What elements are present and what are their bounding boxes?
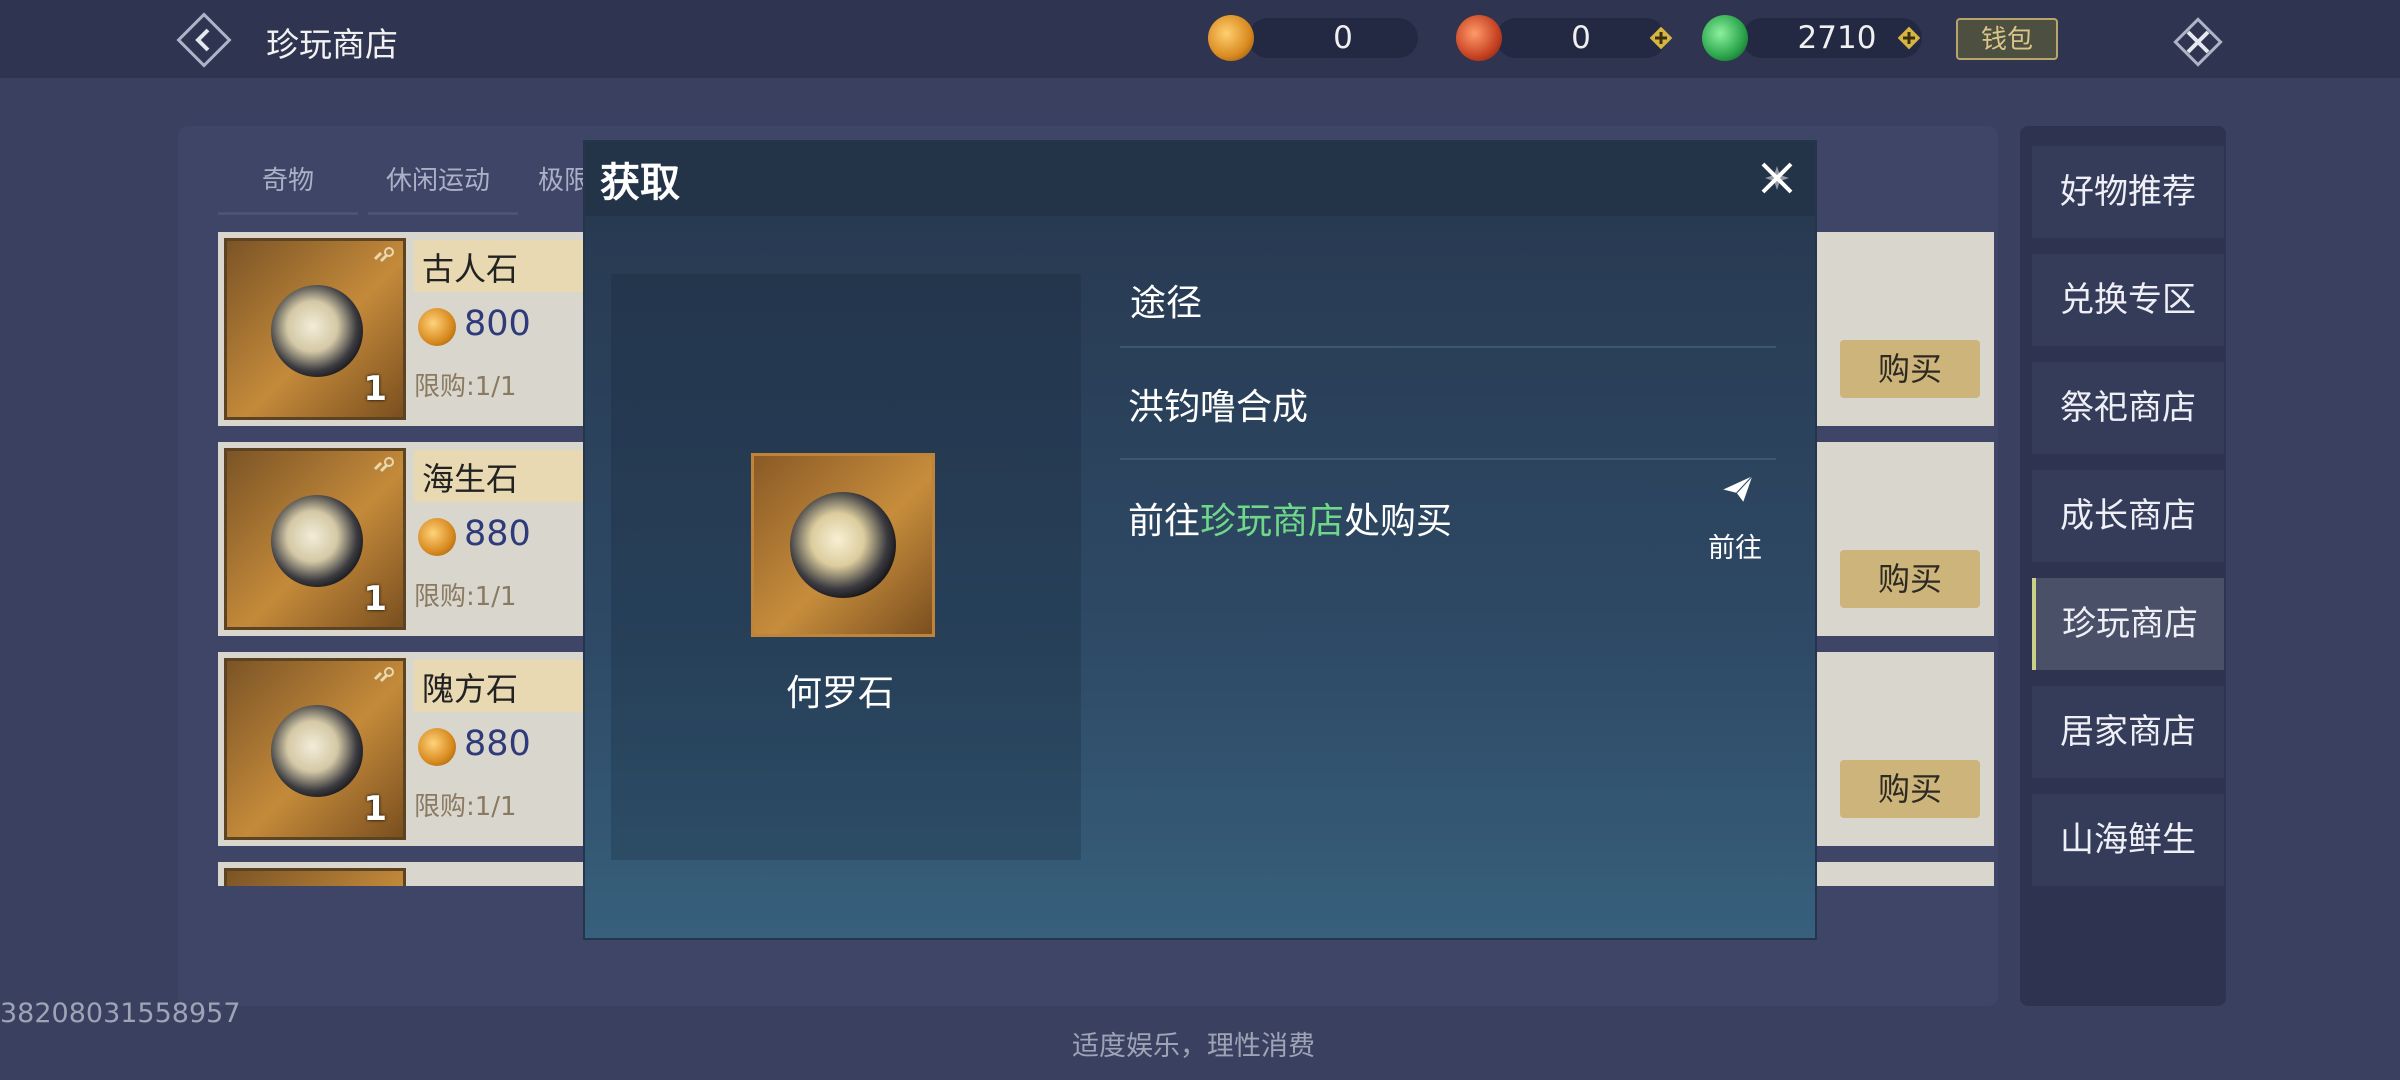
route-heading: 途径 bbox=[1130, 283, 1203, 324]
buy-button[interactable]: 购买 bbox=[1840, 760, 1980, 818]
copper-coin-icon bbox=[1208, 15, 1254, 61]
wallet-button[interactable]: 钱包 bbox=[1956, 18, 2058, 60]
sidebar-item-growth-shop[interactable]: 成长商店 bbox=[2032, 470, 2224, 562]
item-name: 隗方石 bbox=[422, 670, 519, 708]
currency-copper: 0 bbox=[1208, 15, 1418, 61]
item-thumbnail: 1 bbox=[224, 658, 406, 840]
tab-extreme[interactable]: 极限 bbox=[538, 160, 590, 197]
dialog-title: 获取 bbox=[600, 160, 680, 206]
back-button[interactable] bbox=[176, 12, 232, 68]
sidebar-item-exchange[interactable]: 兑换专区 bbox=[2032, 254, 2224, 346]
route-shop-purchase: 前往珍玩商店处购买 bbox=[1128, 501, 1453, 542]
link-icon bbox=[373, 667, 394, 683]
item-name: 何罗石 bbox=[786, 673, 895, 714]
go-button[interactable]: 前往 bbox=[1708, 526, 1762, 565]
jade-coin-icon bbox=[1702, 15, 1748, 61]
item-name: 海生石 bbox=[422, 460, 519, 498]
item-price: 800 bbox=[464, 304, 531, 344]
stone-icon bbox=[790, 492, 896, 598]
copper-coin-icon bbox=[418, 518, 456, 556]
item-name: 古人石 bbox=[422, 250, 519, 288]
item-price: 880 bbox=[464, 724, 531, 764]
sidebar-item-recommended[interactable]: 好物推荐 bbox=[2032, 146, 2224, 238]
page-title: 珍玩商店 bbox=[266, 25, 398, 64]
stone-icon bbox=[271, 495, 363, 587]
item-price: 880 bbox=[464, 514, 531, 554]
currency-red: 0 bbox=[1456, 15, 1676, 61]
link-icon bbox=[373, 247, 394, 263]
purchase-limit: 限购:1/1 bbox=[414, 372, 517, 402]
buy-button[interactable]: 购买 bbox=[1840, 550, 1980, 608]
item-quantity: 1 bbox=[363, 369, 387, 409]
sidebar-item-sacrifice-shop[interactable]: 祭祀商店 bbox=[2032, 362, 2224, 454]
item-thumbnail: 1 bbox=[224, 448, 406, 630]
stone-icon bbox=[271, 285, 363, 377]
item-quantity: 1 bbox=[363, 789, 387, 829]
item-thumbnail bbox=[751, 453, 935, 637]
item-quantity: 1 bbox=[363, 579, 387, 619]
add-jade-coin-button[interactable] bbox=[1896, 25, 1922, 51]
item-thumbnail bbox=[224, 868, 406, 886]
health-notice: 适度娱乐，理性消费 bbox=[1072, 1031, 1315, 1062]
copper-coin-icon bbox=[418, 728, 456, 766]
close-icon[interactable] bbox=[2168, 12, 2228, 72]
close-icon[interactable] bbox=[1749, 150, 1805, 206]
red-coin-icon bbox=[1456, 15, 1502, 61]
item-thumbnail: 1 bbox=[224, 238, 406, 420]
tab-leisure-sports[interactable]: 休闲运动 bbox=[386, 160, 490, 197]
purchase-limit: 限购:1/1 bbox=[414, 792, 517, 822]
purchase-limit: 限购:1/1 bbox=[414, 582, 517, 612]
shop-link[interactable]: 珍玩商店 bbox=[1200, 501, 1344, 542]
sidebar-item-curio-shop[interactable]: 珍玩商店 bbox=[2032, 578, 2224, 670]
copper-coin-icon bbox=[418, 308, 456, 346]
sidebar-item-home-shop[interactable]: 居家商店 bbox=[2032, 686, 2224, 778]
route-synthesis: 洪钧噜合成 bbox=[1128, 387, 1309, 428]
stone-icon bbox=[271, 705, 363, 797]
dialog-header: 获取 bbox=[585, 142, 1815, 216]
tab-curios[interactable]: 奇物 bbox=[262, 160, 314, 197]
sidebar-item-seafood[interactable]: 山海鲜生 bbox=[2032, 794, 2224, 886]
user-id: 38208031558957 bbox=[0, 998, 241, 1029]
buy-button[interactable]: 购买 bbox=[1840, 340, 1980, 398]
link-icon bbox=[373, 457, 394, 473]
currency-jade: 2710 bbox=[1702, 15, 1932, 61]
paper-plane-icon[interactable] bbox=[1702, 474, 1778, 524]
add-red-coin-button[interactable] bbox=[1648, 25, 1674, 51]
